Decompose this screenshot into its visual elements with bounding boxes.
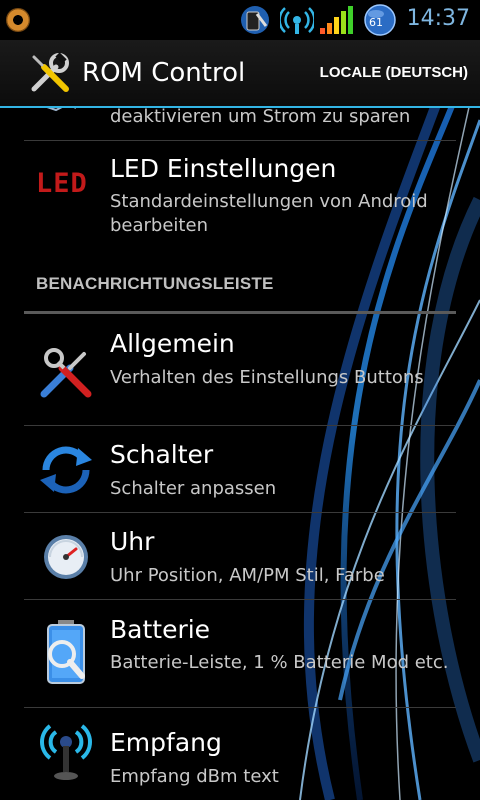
list-item-schalter[interactable]: Schalter Schalter anpassen — [0, 426, 480, 512]
battery-level: 61 — [369, 16, 383, 29]
led-title: LED Einstellungen — [110, 154, 337, 183]
wifi-hotspot-icon — [280, 7, 314, 34]
app-title: ROM Control — [82, 58, 246, 88]
schalter-summary: Schalter anpassen — [110, 478, 277, 499]
list-item-batterie[interactable]: Batterie Batterie-Leiste, 1 % Batterie M… — [0, 600, 480, 707]
led-icon: LED — [36, 163, 96, 203]
wrench-screwdriver-icon[interactable] — [26, 49, 74, 97]
partial-item-icon — [46, 108, 76, 112]
list-item-led[interactable]: LED LED Einstellungen Standardeinstellun… — [0, 141, 480, 241]
clock-time: 14:37 — [406, 6, 470, 31]
partial-item-summary: deaktivieren um Strom zu sparen — [110, 108, 411, 127]
battery-globe-icon: 61 — [360, 4, 398, 36]
list-item-partial[interactable]: deaktivieren um Strom zu sparen — [0, 108, 480, 140]
sync-arrows-icon — [40, 446, 92, 494]
allgemein-summary: Verhalten des Einstellungs Buttons — [110, 367, 424, 388]
schalter-title: Schalter — [110, 440, 214, 469]
list-item-empfang[interactable]: Empfang Empfang dBm text — [0, 708, 480, 800]
led-icon-text: LED — [36, 167, 88, 199]
uhr-title: Uhr — [110, 527, 155, 556]
empfang-title: Empfang — [110, 728, 222, 757]
locale-button[interactable]: LOCALE (DEUTSCH) — [320, 64, 468, 81]
list-item-uhr[interactable]: Uhr Uhr Position, AM/PM Stil, Farbe — [0, 513, 480, 599]
batterie-summary: Batterie-Leiste, 1 % Batterie Mod etc. — [110, 652, 449, 673]
allgemein-title: Allgemein — [110, 329, 235, 358]
status-bar: 61 14:37 — [0, 0, 480, 40]
signal-bars-icon — [320, 6, 353, 34]
battery-magnifier-icon — [47, 620, 85, 684]
empfang-summary: Empfang dBm text — [110, 766, 279, 787]
app-notification-icon — [6, 8, 30, 32]
tools-icon — [40, 348, 92, 398]
phone-tool-icon — [241, 6, 269, 34]
led-summary: Standardeinstellungen von Android bearbe… — [110, 191, 428, 236]
clock-gauge-icon — [44, 535, 88, 579]
uhr-summary: Uhr Position, AM/PM Stil, Farbe — [110, 565, 385, 586]
signal-antenna-icon — [40, 724, 92, 780]
action-bar: ROM Control LOCALE (DEUTSCH) — [0, 40, 480, 108]
preferences-list[interactable]: deaktivieren um Strom zu sparen LED LED … — [0, 108, 480, 800]
category-header: BENACHRICHTUNGSLEISTE — [36, 274, 274, 293]
list-item-allgemein[interactable]: Allgemein Verhalten des Einstellungs But… — [0, 314, 480, 425]
batterie-title: Batterie — [110, 615, 211, 644]
